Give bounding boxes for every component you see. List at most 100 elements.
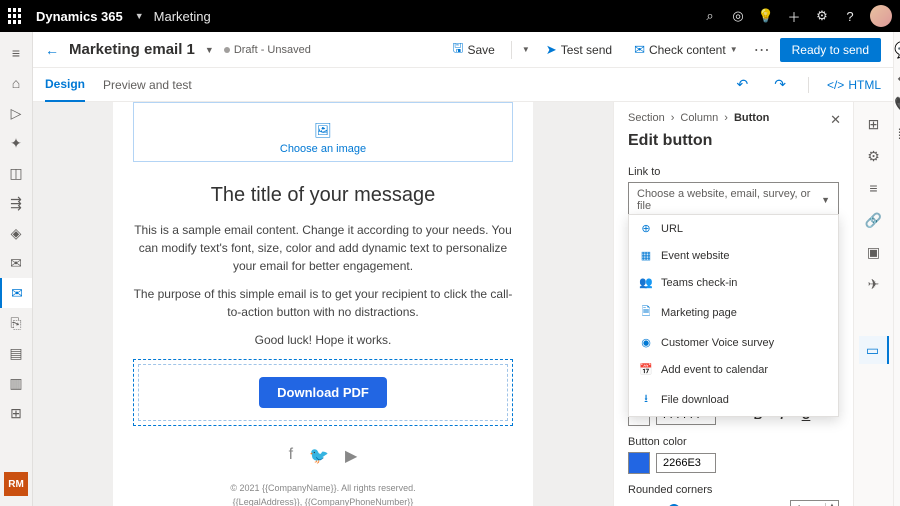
email-paragraph[interactable]: This is a sample email content. Change i… [133,221,513,275]
email-nav-icon[interactable]: ✉ [0,278,32,308]
linkto-label: Link to [628,166,839,178]
chevron-down-icon[interactable]: ▼ [135,11,144,21]
teams-icon: 👥 [639,276,653,289]
stack-icon[interactable]: ▤ [0,338,32,368]
rocket-icon[interactable]: ✈ [859,270,889,298]
page-icon: 🗎 [639,303,653,322]
option-file-download[interactable]: ⭳File download [629,383,838,416]
chevron-down-icon[interactable]: ▼ [205,45,214,55]
help-icon[interactable]: ? [836,9,864,24]
option-teams-checkin[interactable]: 👥Teams check-in [629,269,838,296]
option-url[interactable]: ⊕URL [629,215,838,242]
rounded-label: Rounded corners [628,484,839,496]
globe-icon: ⊕ [639,222,653,235]
linkto-select[interactable]: Choose a website, email, survey, or file… [628,182,839,218]
panel-heading: Edit button [628,132,839,150]
tab-preview[interactable]: Preview and test [103,69,192,101]
settings-rail-icon[interactable]: ⚙ [859,142,889,170]
image-icon: 🖼 [314,122,332,139]
library-icon[interactable]: ▥ [0,368,32,398]
twitter-icon[interactable]: 🐦 [309,446,329,466]
search-icon[interactable]: ⌕ [696,8,724,24]
email-title[interactable]: The title of your message [133,184,513,207]
menu-icon[interactable]: ≡ [0,38,32,68]
cta-button[interactable]: Download PDF [259,377,387,408]
journey-icon[interactable]: ✦ [0,128,32,158]
download-icon: ⭳ [639,390,653,409]
home-icon[interactable]: ⌂ [0,68,32,98]
linkto-dropdown: ⊕URL ▦Event website 👥Teams check-in 🗎Mar… [628,214,839,417]
user-avatar[interactable] [870,5,892,27]
save-status: Draft - Unsaved [224,44,311,56]
ready-to-send-button[interactable]: Ready to send [780,38,881,62]
linkto-placeholder: Choose a website, email, survey, or file [637,188,821,212]
phone-icon[interactable]: 📞 [894,96,900,116]
footer-copyright: © 2021 {{CompanyName}}. All rights reser… [133,482,513,496]
chevron-down-icon: ▼ [821,195,830,205]
brand-name: Dynamics 365 [36,9,123,24]
page-title: Marketing email 1 [69,41,195,58]
tag-icon[interactable]: ◈ [0,218,32,248]
youtube-icon[interactable]: ▶ [345,446,357,466]
right-rail: ⊞ ⚙ ≡ 🔗 ▣ ✈ ▭ [853,102,893,506]
button-rail-icon[interactable]: ▭ [859,336,889,364]
option-add-event[interactable]: 📅Add event to calendar [629,356,838,383]
left-nav: ≡ ⌂ ▷ ✦ ◫ ⇶ ◈ ✉ ✉ ⎘ ▤ ▥ ⊞ RM [0,32,33,506]
test-send-button[interactable]: ➤Test send [540,38,618,62]
html-toggle[interactable]: </>HTML [827,78,881,92]
properties-panel: ✕ Section› Column› Button Edit button Li… [613,102,853,506]
calendar-icon: ▦ [639,249,653,262]
app-launcher-icon[interactable] [8,8,24,24]
survey-icon: ◉ [639,336,653,349]
option-voice-survey[interactable]: ◉Customer Voice survey [629,329,838,356]
back-button[interactable]: ← [45,42,59,58]
more-nav-icon[interactable]: ⊞ [0,398,32,428]
play-icon[interactable]: ▷ [0,98,32,128]
persona-badge[interactable]: RM [4,472,28,496]
link-icon[interactable]: 🔗 [859,206,889,234]
rounded-input[interactable] [791,501,825,506]
undo-icon[interactable]: ↶ [733,74,753,95]
button-color-input[interactable] [656,453,716,473]
check-content-button[interactable]: ✉Check content▼ [628,38,744,62]
rounded-stepper[interactable]: ▲▼ [790,500,839,506]
send-icon: ➤ [546,42,557,58]
footer-address: {{LegalAddress}}, {{CompanyPhoneNumber}} [133,496,513,506]
flow-icon[interactable]: ⇶ [0,188,32,218]
lightbulb-icon[interactable]: 💡 [752,8,780,24]
image-rail-icon[interactable]: ▣ [859,238,889,266]
email-paragraph[interactable]: The purpose of this simple email is to g… [133,285,513,321]
email-canvas: 🖼 Choose an image The title of your mess… [113,102,533,506]
tab-design[interactable]: Design [45,68,85,102]
save-icon: 🖫 [452,39,463,61]
facebook-icon[interactable]: f [289,446,293,466]
option-marketing-page[interactable]: 🗎Marketing page [629,296,838,329]
elements-icon[interactable]: ⊞ [859,110,889,138]
code-icon: </> [827,78,844,92]
calendar-add-icon: 📅 [639,363,653,376]
chat-icon[interactable]: ✉ [0,248,32,278]
close-panel-icon[interactable]: ✕ [830,112,841,128]
add-icon[interactable]: ＋ [780,7,808,26]
text-icon[interactable]: ≡ [859,174,889,202]
button-color-swatch[interactable] [628,452,650,474]
analytics-icon[interactable]: ◫ [0,158,32,188]
more-actions-icon[interactable]: ⋯ [754,40,770,60]
button-block-selected[interactable]: Download PDF [133,359,513,426]
chevron-down-icon: ▼ [730,45,738,54]
save-chevron-icon[interactable]: ▼ [522,45,530,54]
settings-icon[interactable]: ⚙ [808,8,836,24]
redo-icon[interactable]: ↷ [770,74,790,95]
check-icon: ✉ [634,42,645,58]
image-placeholder[interactable]: 🖼 Choose an image [133,102,513,162]
save-button[interactable]: 🖫Save [446,35,500,65]
module-name: Marketing [154,9,211,24]
task-icon[interactable]: ◎ [724,8,752,24]
copilot-icon[interactable]: 💬 [894,40,900,60]
email-paragraph[interactable]: Good luck! Hope it works. [133,331,513,349]
choose-image-label: Choose an image [280,143,366,155]
template-icon[interactable]: ⎘ [0,308,32,338]
button-color-label: Button color [628,436,839,448]
option-event-website[interactable]: ▦Event website [629,242,838,269]
breadcrumb: Section› Column› Button [628,112,839,124]
